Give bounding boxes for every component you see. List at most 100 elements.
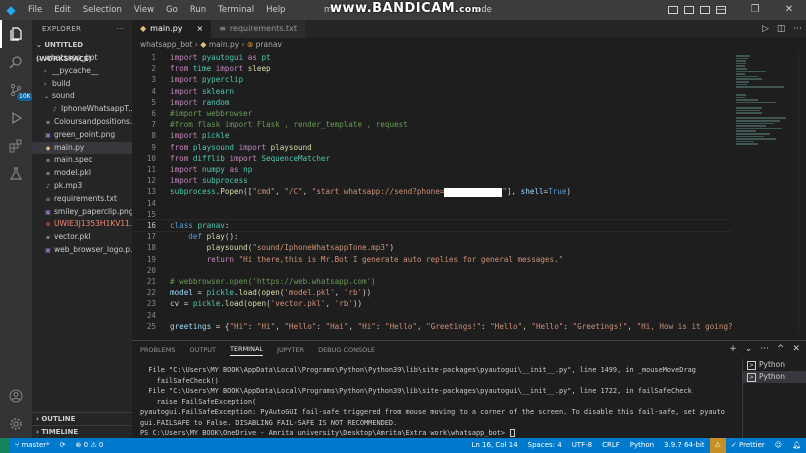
breadcrumb-symbol[interactable]: pranav xyxy=(256,40,282,49)
file-item[interactable]: ▣ smiley_paperclip.png xyxy=(32,206,132,219)
menu-help[interactable]: Help xyxy=(260,0,291,20)
chevron-down-icon[interactable]: ⌄ xyxy=(745,344,753,354)
menu-go[interactable]: Go xyxy=(160,0,184,20)
problems-indicator[interactable]: ⊗ 0 ⚠ 0 xyxy=(71,438,109,453)
toggle-panel-icon[interactable] xyxy=(684,6,694,14)
menu-view[interactable]: View xyxy=(128,0,160,20)
restore-icon[interactable]: ❐ xyxy=(738,0,772,20)
file-item[interactable]: ▪ Coloursandpositions... xyxy=(32,116,132,129)
file-item[interactable]: ▪ model.pkl xyxy=(32,167,132,180)
breadcrumb-folder[interactable]: whatsapp_bot xyxy=(140,40,193,49)
branch-indicator[interactable]: ⑂ master* xyxy=(10,438,55,453)
code-line[interactable]: 24 xyxy=(132,310,732,321)
maximize-panel-icon[interactable]: ^ xyxy=(777,344,785,354)
file-item[interactable]: ♪ IphoneWhatsappT... xyxy=(32,103,132,116)
remote-indicator[interactable] xyxy=(0,438,10,453)
notifications-icon[interactable]: 🔔︎ xyxy=(787,438,806,453)
menu-run[interactable]: Run xyxy=(184,0,212,20)
minimap[interactable] xyxy=(732,51,798,334)
code-line[interactable]: 13 subprocess.Popen(["cmd", "/C", "start … xyxy=(132,186,732,197)
language-mode[interactable]: Python xyxy=(625,438,659,453)
account-icon[interactable] xyxy=(0,382,32,410)
feedback-icon[interactable]: ☺ xyxy=(770,438,787,453)
settings-gear-icon[interactable] xyxy=(0,410,32,438)
code-line[interactable]: 20 xyxy=(132,265,732,276)
code-line[interactable]: 7 #from flask import Flask , render_templ… xyxy=(132,119,732,130)
code-line[interactable]: 22 model = pickle.load(open('model.pkl', … xyxy=(132,287,732,298)
code-line[interactable]: 10 from difflib import SequenceMatcher xyxy=(132,153,732,164)
code-line[interactable]: 14 xyxy=(132,198,732,209)
line-endings[interactable]: CRLF xyxy=(597,438,625,453)
code-line[interactable]: 9 from playsound import playsound xyxy=(132,142,732,153)
outline-section[interactable]: › OUTLINE xyxy=(32,412,132,425)
more-actions-icon[interactable]: ··· xyxy=(793,24,802,34)
menu-file[interactable]: File xyxy=(22,0,48,20)
code-line[interactable]: 4 import sklearn xyxy=(132,86,732,97)
editor-scrollbar[interactable] xyxy=(798,51,806,334)
terminal-instance[interactable]: > Python xyxy=(743,359,806,371)
code-editor[interactable]: 1 import pyautogui as pt 2 from time import… xyxy=(132,51,732,334)
code-line[interactable]: 19 return "Hi there,this is Mr.Bot I gen… xyxy=(132,254,732,265)
tab-main-py[interactable]: ◆ main.py × xyxy=(132,20,212,38)
run-file-icon[interactable]: ▷ xyxy=(762,24,769,34)
code-line[interactable]: 6 #import webbrowser xyxy=(132,108,732,119)
code-line[interactable]: 15 xyxy=(132,209,732,220)
minimize-icon[interactable]: — xyxy=(704,0,738,20)
prettier-status[interactable]: ✓ Prettier xyxy=(726,438,770,453)
code-line[interactable]: 3 import pyperclip xyxy=(132,74,732,85)
run-debug-icon[interactable] xyxy=(0,104,32,132)
file-item[interactable]: ≡ requirements.txt xyxy=(32,193,132,206)
indentation[interactable]: Spaces: 4 xyxy=(523,438,567,453)
workspace-title[interactable]: ⌄ UNTITLED (WORKSPACE) xyxy=(32,38,132,63)
explorer-icon[interactable] xyxy=(0,20,32,48)
folder-item[interactable]: ⌄ whatsapp_bot xyxy=(32,52,132,65)
python-interpreter[interactable]: 3.9.7 64-bit xyxy=(659,438,710,453)
terminal-output[interactable]: File "C:\Users\MY BOOK\AppData\Local\Pro… xyxy=(140,365,736,439)
menu-selection[interactable]: Selection xyxy=(77,0,128,20)
file-item[interactable]: ▪ main.spec xyxy=(32,154,132,167)
sync-icon[interactable]: ⟳ xyxy=(55,438,71,453)
more-actions-icon[interactable]: ··· xyxy=(116,20,124,38)
close-window-icon[interactable]: ✕ xyxy=(772,0,806,20)
file-item[interactable]: ♪ pk.mp3 xyxy=(32,180,132,193)
toggle-sidebar-icon[interactable] xyxy=(668,6,678,14)
menu-terminal[interactable]: Terminal xyxy=(212,0,260,20)
folder-item[interactable]: ⌄ sound xyxy=(32,90,132,103)
close-panel-icon[interactable]: ✕ xyxy=(792,344,800,354)
tab-terminal[interactable]: TERMINAL xyxy=(229,345,264,356)
code-line[interactable]: 18 playsound("sound/IphoneWhatsappTone.m… xyxy=(132,242,732,253)
close-tab-icon[interactable]: × xyxy=(197,20,204,38)
timeline-section[interactable]: › TIMELINE xyxy=(32,425,132,438)
folder-item[interactable]: › __pycache__ xyxy=(32,65,132,78)
tab-jupyter[interactable]: JUPYTER xyxy=(277,346,304,354)
tab-requirements-txt[interactable]: ≡ requirements.txt xyxy=(211,20,305,38)
warning-indicator-icon[interactable]: ⚠ xyxy=(709,438,726,453)
new-terminal-icon[interactable]: + xyxy=(729,344,737,354)
tab-output[interactable]: OUTPUT xyxy=(189,346,216,354)
menu-edit[interactable]: Edit xyxy=(48,0,76,20)
file-item[interactable]: ▣ green_point.png xyxy=(32,129,132,142)
code-line[interactable]: 5 import random xyxy=(132,97,732,108)
encoding[interactable]: UTF-8 xyxy=(567,438,597,453)
cursor-position[interactable]: Ln 16, Col 14 xyxy=(467,438,523,453)
code-line[interactable]: 23 cv = pickle.load(open('vector.pkl', 'r… xyxy=(132,298,732,309)
code-line[interactable]: 17 def play(): xyxy=(132,231,732,242)
code-line[interactable]: 8 import pickle xyxy=(132,130,732,141)
terminal-instance[interactable]: > Python xyxy=(743,371,806,383)
code-line[interactable]: 11 import numpy as np xyxy=(132,164,732,175)
tab-problems[interactable]: PROBLEMS xyxy=(140,346,175,354)
code-line[interactable]: 1 import pyautogui as pt xyxy=(132,52,732,63)
file-item[interactable]: ▣ web_browser_logo.p... xyxy=(32,244,132,257)
breadcrumb-file[interactable]: main.py xyxy=(209,40,239,49)
file-item[interactable]: ⊗ UWIE3J1353H1KV11... xyxy=(32,218,132,231)
tab-debug-console[interactable]: DEBUG CONSOLE xyxy=(318,346,375,354)
extensions-icon[interactable] xyxy=(0,132,32,160)
folder-item[interactable]: › build xyxy=(32,78,132,91)
source-control-icon[interactable]: 10K xyxy=(0,76,33,104)
search-icon[interactable] xyxy=(0,48,32,76)
code-line[interactable]: 21 # webbrowser.open('https://web.whatsap… xyxy=(132,276,732,287)
more-actions-icon[interactable]: ··· xyxy=(760,344,769,354)
code-line[interactable]: 2 from time import sleep xyxy=(132,63,732,74)
testing-icon[interactable] xyxy=(0,160,32,188)
code-line[interactable]: 16 class pranav: xyxy=(132,218,732,233)
